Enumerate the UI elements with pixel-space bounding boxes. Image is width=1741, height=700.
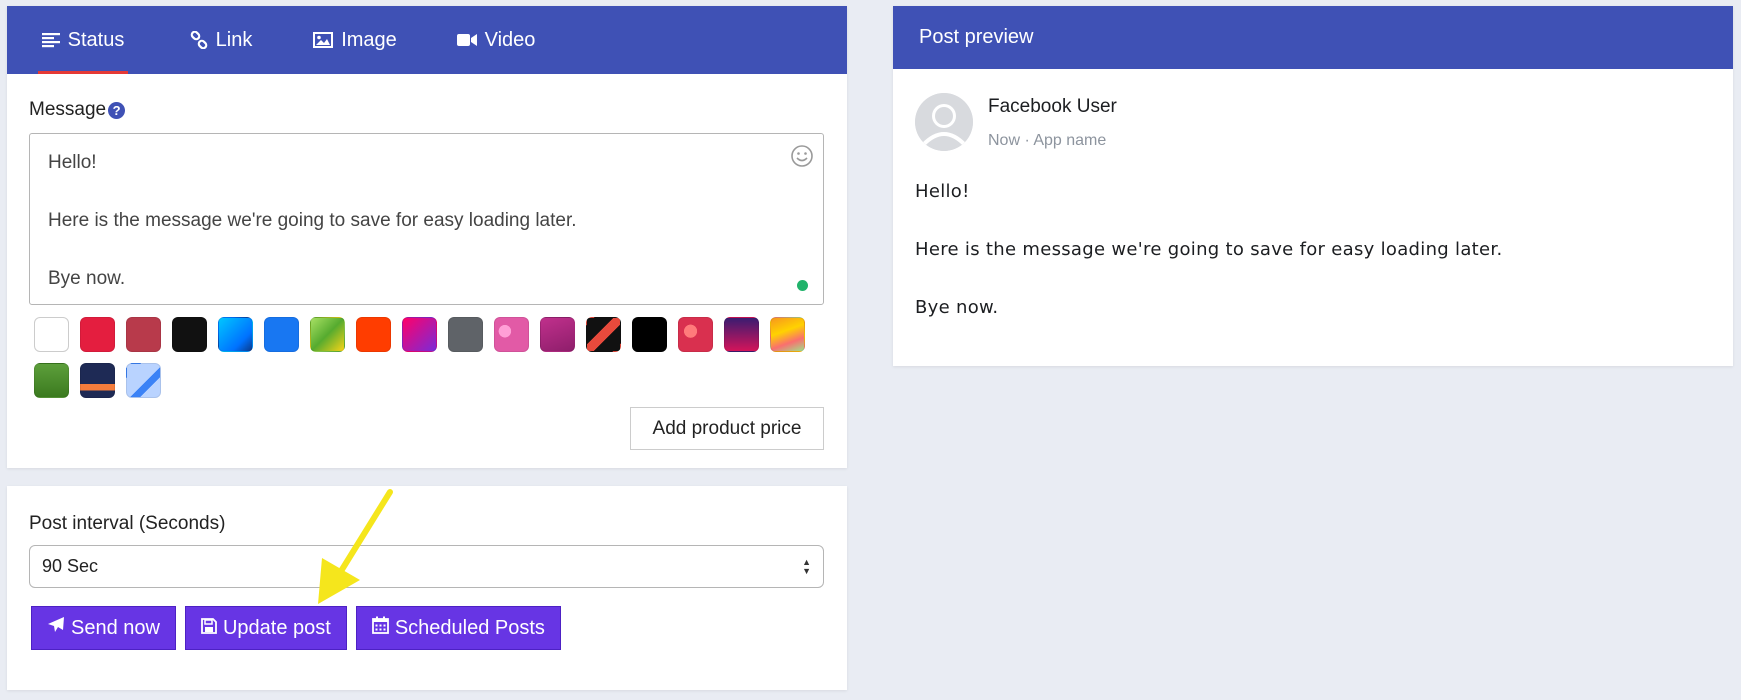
poster-meta: Now · App name [988,132,1107,149]
post-preview-card: Post preview Facebook User Now · App nam… [893,6,1733,366]
background-swatch[interactable] [540,317,575,352]
post-interval-label: Post interval (Seconds) [29,513,226,534]
help-icon[interactable]: ? [108,101,126,119]
background-swatch[interactable] [126,363,161,398]
background-swatch[interactable] [34,317,69,352]
message-line: Bye now. [48,268,126,289]
tab-link-label: Link [215,28,253,51]
background-swatch[interactable] [494,317,529,352]
poster-name: Facebook User [988,96,1117,117]
status-dot-icon [797,280,808,291]
preview-line [915,206,1502,235]
preview-line: Hello! [915,181,970,202]
preview-line: Here is the message we're going to save … [915,239,1503,260]
scheduled-posts-label: Scheduled Posts [394,616,545,639]
tab-image[interactable]: Image [311,6,399,74]
tab-status[interactable]: Status [38,6,128,74]
send-now-label: Send now [71,616,160,639]
background-swatch[interactable] [34,363,69,398]
post-interval-select[interactable]: 90 Sec ▲ ▼ [29,545,824,588]
post-type-tabs: Status Link Image Video [7,6,847,74]
emoji-smiley-icon[interactable] [790,144,814,177]
background-swatch[interactable] [402,317,437,352]
message-line: Here is the message we're going to save … [48,210,577,231]
save-disk-icon [201,617,217,640]
user-silhouette-icon [915,93,973,151]
background-swatch[interactable] [80,363,115,398]
message-line [48,177,805,206]
annotation-arrow-icon [318,489,393,604]
tab-status-label: Status [67,28,125,51]
background-swatches [34,317,814,398]
select-arrows-icon: ▲ ▼ [802,556,811,576]
background-swatch[interactable] [770,317,805,352]
video-camera-icon [456,33,477,47]
background-swatch[interactable] [80,317,115,352]
scheduled-posts-button[interactable]: Scheduled Posts [355,606,561,650]
message-label-text: Message [29,99,107,120]
tab-video[interactable]: Video [456,6,536,74]
message-line [48,235,805,264]
add-product-price-button[interactable]: Add product price [630,407,824,450]
preview-line: Bye now. [915,297,999,318]
background-swatch[interactable] [724,317,759,352]
avatar [915,93,973,151]
background-swatch[interactable] [678,317,713,352]
align-left-icon [41,32,60,48]
tab-video-label: Video [484,28,536,51]
update-post-label: Update post [222,616,331,639]
send-now-button[interactable]: Send now [31,606,176,650]
post-interval-value: 90 Sec [42,556,99,576]
calendar-icon [371,616,389,640]
background-swatch[interactable] [310,317,345,352]
message-textarea[interactable]: Hello! Here is the message we're going t… [29,133,824,305]
composer-card: Status Link Image Video Message ? Hello!… [7,6,847,468]
tab-image-label: Image [341,28,397,51]
background-swatch[interactable] [632,317,667,352]
preview-line [915,264,1502,293]
background-swatch[interactable] [356,317,391,352]
message-label: Message ? [29,99,126,121]
link-icon [190,31,208,49]
background-swatch[interactable] [172,317,207,352]
tab-link[interactable]: Link [188,6,254,74]
message-line: Hello! [48,152,97,173]
post-preview-header: Post preview [893,6,1733,69]
background-swatch[interactable] [126,317,161,352]
background-swatch[interactable] [218,317,253,352]
background-swatch[interactable] [264,317,299,352]
preview-message: Hello! Here is the message we're going t… [915,177,1502,322]
image-icon [313,32,334,48]
interval-card: Post interval (Seconds) 90 Sec ▲ ▼ Send n… [7,486,847,690]
paper-plane-icon [47,616,65,640]
action-buttons: Send now Update post Scheduled Posts [31,606,561,650]
update-post-button[interactable]: Update post [184,606,347,650]
background-swatch[interactable] [448,317,483,352]
background-swatch[interactable] [586,317,621,352]
